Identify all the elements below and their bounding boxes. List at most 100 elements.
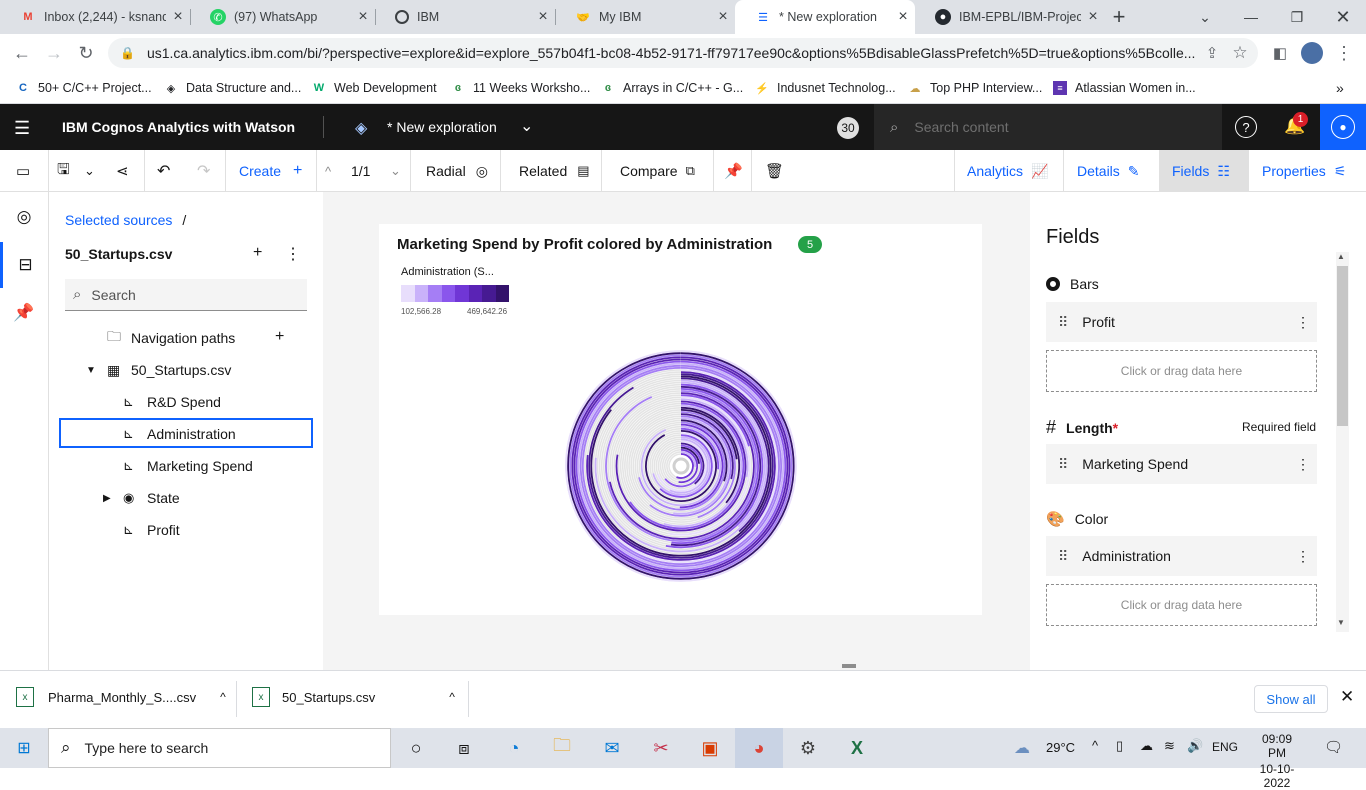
pin-rail-icon[interactable]: 📌 (0, 290, 48, 336)
minimize-icon[interactable]: — (1228, 0, 1274, 34)
chevron-down-icon[interactable]: ⌄ (520, 116, 533, 136)
tree-item-50-startups[interactable]: ▼ ▦ 50_Startups.csv (86, 354, 231, 386)
back-arrow-icon[interactable]: ← (8, 39, 36, 67)
pin-icon[interactable]: 📌 (724, 150, 743, 192)
color-field-administration[interactable]: ⠿ Administration ⋮ (1046, 536, 1317, 576)
tab-details[interactable]: Details ✎ (1077, 150, 1140, 192)
windows-start-icon[interactable]: ⊞ (0, 728, 48, 768)
close-icon[interactable]: × (531, 8, 555, 26)
length-field-marketing-spend[interactable]: ⠿ Marketing Spend ⋮ (1046, 444, 1317, 484)
bars-drop-zone[interactable]: Click or drag data here (1046, 350, 1317, 392)
window-close-icon[interactable]: ✕ (1320, 0, 1366, 34)
mail-icon[interactable]: ✉ (588, 728, 636, 768)
overflow-menu-icon[interactable]: ⋮ (1289, 456, 1317, 473)
help-icon[interactable]: ? (1235, 116, 1257, 138)
exploration-title[interactable]: * New exploration (387, 119, 497, 135)
canvas-resize-handle[interactable] (842, 664, 856, 668)
tab-search-chevron-icon[interactable]: ⌄ (1182, 0, 1228, 34)
clock[interactable]: 09:09 PM 10-10-2022 (1252, 732, 1302, 790)
close-icon[interactable]: × (166, 8, 190, 26)
excel-icon[interactable]: X (833, 728, 881, 768)
tab-gmail[interactable]: M Inbox (2,244) - ksnandi × (0, 0, 190, 34)
bars-field-profit[interactable]: ⠿ Profit ⋮ (1046, 302, 1317, 342)
chrome-icon[interactable]: ◕ (735, 728, 783, 768)
tab-whatsapp[interactable]: ✆ (97) WhatsApp × (190, 0, 375, 34)
bookmark-item[interactable]: ☁ Top PHP Interview... (908, 78, 1043, 98)
volume-icon[interactable]: 🔊 (1187, 738, 1203, 754)
redo-icon[interactable]: ↷ (197, 150, 210, 192)
bookmark-item[interactable]: ◈ Data Structure and... (164, 78, 302, 98)
office-icon[interactable]: ▣ (686, 728, 734, 768)
compare-button[interactable]: Compare ⧉ (620, 150, 695, 192)
hamburger-menu-icon[interactable]: ☰ (14, 118, 30, 139)
tree-item-marketing-spend[interactable]: ⊾ Marketing Spend (123, 450, 253, 482)
tab-ibm[interactable]: IBM × (375, 0, 555, 34)
wifi-icon[interactable]: ≋ (1164, 738, 1175, 754)
comment-icon[interactable]: ▭ (16, 150, 30, 192)
overflow-menu-icon[interactable]: ⋮ (1289, 314, 1317, 331)
bookmark-item[interactable]: ≡ Atlassian Women in... (1053, 78, 1196, 98)
bookmark-star-icon[interactable]: ☆ (1226, 39, 1254, 67)
close-icon[interactable]: × (711, 8, 735, 26)
data-tree-icon[interactable]: ⊟ (0, 242, 48, 288)
tray-cloud-icon[interactable]: ☁ (1140, 738, 1153, 754)
download-item[interactable]: x 50_Startups.csv ^ (252, 687, 455, 707)
data-sources-icon[interactable]: ◎ (0, 194, 48, 240)
tab-github[interactable]: ● IBM-EPBL/IBM-Project × (915, 0, 1105, 34)
chevron-up-icon[interactable]: ^ (449, 690, 455, 704)
edge-icon[interactable]: ◔ (490, 728, 538, 768)
tab-my-ibm[interactable]: 🤝 My IBM × (555, 0, 735, 34)
file-explorer-icon[interactable]: 🗀 (538, 728, 586, 768)
drag-handle-icon[interactable]: ⠿ (1058, 456, 1068, 473)
delete-trash-icon[interactable]: 🗑 (765, 150, 784, 192)
settings-gear-icon[interactable]: ⚙ (784, 728, 832, 768)
close-icon[interactable]: × (351, 8, 375, 26)
bookmark-item[interactable]: C 50+ C/C++ Project... (16, 78, 152, 98)
new-tab-icon[interactable]: + (1096, 0, 1142, 34)
drag-handle-icon[interactable]: ⠿ (1058, 548, 1068, 565)
tray-chevron-icon[interactable]: ^ (1092, 738, 1098, 753)
cortana-icon[interactable]: ○ (392, 728, 440, 768)
bookmark-item[interactable]: ɞ 11 Weeks Worksho... (451, 78, 591, 98)
scrollbar-thumb[interactable] (1337, 266, 1348, 426)
count-badge[interactable]: 30 (837, 117, 859, 139)
create-button[interactable]: Create + (239, 150, 302, 192)
bookmark-item[interactable]: ⚡ Indusnet Technolog... (755, 78, 895, 98)
chevron-up-icon[interactable]: ^ (220, 690, 226, 704)
restore-icon[interactable]: ❐ (1274, 0, 1320, 34)
save-dropdown-chevron-icon[interactable]: ⌄ (84, 150, 95, 192)
bookmark-item[interactable]: ɞ Arrays in C/C++ - G... (601, 78, 743, 98)
snip-tool-icon[interactable]: ✂ (637, 728, 685, 768)
bookmark-item[interactable]: W Web Development (312, 78, 437, 98)
tab-analytics[interactable]: Analytics 📈 (967, 150, 1048, 192)
weather-temp[interactable]: 29°C (1046, 740, 1075, 755)
task-view-icon[interactable]: ⧈ (440, 728, 488, 768)
tab-properties[interactable]: Properties ⚟ (1262, 150, 1346, 192)
radial-button[interactable]: Radial ◎ (426, 150, 488, 192)
share-icon[interactable]: ⇪ (1198, 39, 1226, 67)
forward-arrow-icon[interactable]: → (40, 39, 68, 67)
tab-new-exploration[interactable]: ☰ * New exploration × (735, 0, 915, 34)
visualization-card[interactable]: Marketing Spend by Profit colored by Adm… (379, 224, 982, 615)
overflow-menu-icon[interactable]: ⋮ (285, 244, 301, 264)
download-item[interactable]: x Pharma_Monthly_S....csv ^ (16, 687, 226, 707)
taskbar-search-input[interactable]: ⌕ Type here to search (48, 728, 391, 768)
menu-dots-icon[interactable]: ⋮ (1330, 39, 1358, 67)
tree-item-administration[interactable]: ⊾ Administration (123, 418, 236, 450)
notification-center-icon[interactable]: 🗨 (1324, 738, 1343, 756)
tray-device-icon[interactable]: ▯ (1116, 738, 1123, 754)
radial-chart[interactable] (563, 348, 799, 584)
overflow-menu-icon[interactable]: ⋮ (1289, 548, 1317, 565)
search-input[interactable]: ⌕ Search content (874, 104, 1222, 150)
drag-handle-icon[interactable]: ⠿ (1058, 314, 1068, 331)
page-up-chevron-icon[interactable]: ^ (325, 150, 331, 192)
tree-item-navigation-paths[interactable]: 🗀 Navigation paths (107, 322, 235, 354)
close-icon[interactable]: × (891, 8, 915, 26)
input-language[interactable]: ENG (1212, 740, 1238, 754)
close-downloads-icon[interactable]: ✕ (1340, 687, 1354, 707)
share-network-icon[interactable]: ⋖ (116, 150, 129, 192)
tree-item-profit[interactable]: ⊾ Profit (123, 514, 180, 546)
tree-item-rd-spend[interactable]: ⊾ R&D Spend (123, 386, 221, 418)
sidebar-toggle-icon[interactable]: ◧ (1266, 39, 1294, 67)
related-button[interactable]: Related ▤ (519, 150, 590, 192)
